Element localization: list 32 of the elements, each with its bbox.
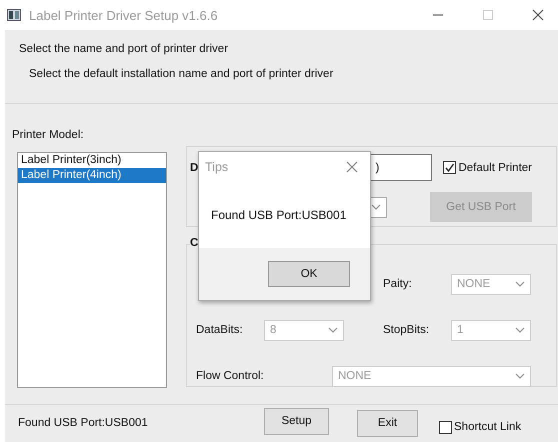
app-icon — [7, 9, 21, 21]
field-label: Paity: — [383, 278, 413, 290]
window-title: Label Printer Driver Setup v1.6.6 — [29, 8, 218, 22]
group-title: C — [190, 237, 198, 249]
close-icon — [532, 9, 544, 21]
field-label: D — [190, 162, 198, 174]
checkbox-label[interactable]: Default Printer — [458, 162, 532, 174]
maximize-icon — [482, 9, 494, 21]
list-item[interactable]: Label Printer(3inch) — [18, 153, 166, 168]
chevron-icon — [515, 327, 525, 333]
dialog-title: Tips — [205, 160, 228, 174]
header-subtitle: Select the default installation name and port of printer driver — [28, 68, 334, 80]
field-label: DataBits: — [196, 324, 244, 336]
chevron-icon — [515, 373, 525, 379]
field-label: Printer Model: — [12, 129, 85, 143]
printer-list[interactable]: Label Printer(3inch) Label Printer(4inch) — [17, 152, 167, 388]
dialog-message: Found USB Port:USB001 — [211, 208, 348, 222]
chevron-icon — [328, 327, 338, 333]
checkbox[interactable] — [439, 420, 452, 434]
dialog-button[interactable]: Exit — [357, 410, 418, 436]
ok-button[interactable]: OK — [268, 261, 350, 287]
status-text: Found USB Port:USB001 — [18, 417, 149, 429]
field-label: Flow Control: — [196, 370, 265, 382]
list-item[interactable]: Label Printer(4inch) — [18, 168, 166, 183]
close-icon — [346, 161, 358, 173]
chevron-icon — [515, 281, 525, 287]
field-label: StopBits: — [383, 324, 430, 336]
dialog-button[interactable]: Setup — [264, 408, 329, 434]
chevron-icon — [371, 204, 381, 210]
header-title: Select the name and port of printer driver — [19, 43, 230, 55]
checkbox-label[interactable]: Shortcut Link — [454, 421, 522, 433]
checkbox[interactable] — [443, 161, 456, 174]
